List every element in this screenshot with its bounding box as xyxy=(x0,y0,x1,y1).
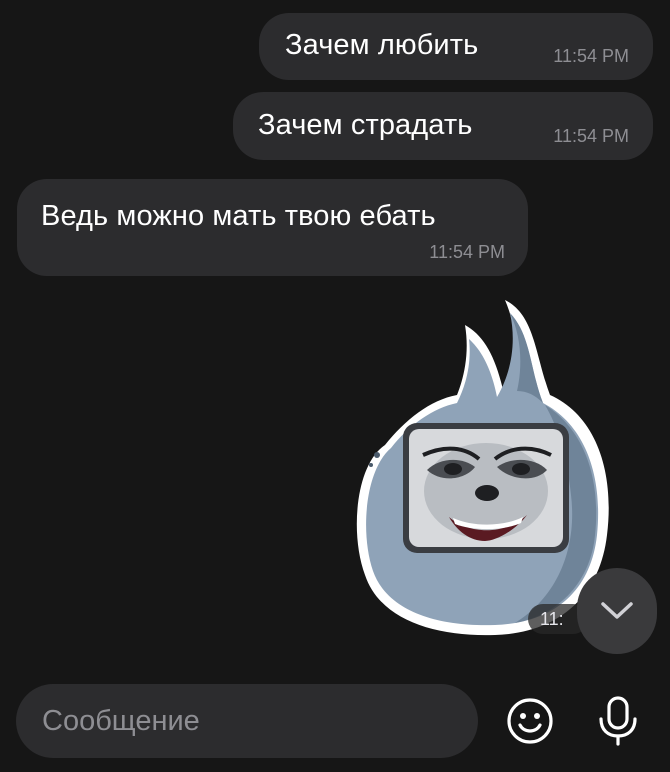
incoming-message[interactable]: Ведь можно мать твою ебать 11:54 PM xyxy=(17,179,528,276)
emoji-icon xyxy=(507,698,553,744)
chevron-down-icon xyxy=(601,602,633,619)
emoji-button[interactable] xyxy=(502,693,558,749)
message-text: Зачем страдать xyxy=(258,109,473,141)
message-input-bar[interactable] xyxy=(16,684,478,758)
message-text: Зачем любить xyxy=(285,29,479,61)
outgoing-message[interactable]: Зачем страдать 11:54 PM xyxy=(233,92,653,160)
sticker-message[interactable] xyxy=(345,295,615,640)
outgoing-message[interactable]: Зачем любить 11:54 PM xyxy=(259,13,653,80)
message-time: 11:54 PM xyxy=(553,126,629,146)
chat-view: Зачем любить 11:54 PM Зачем страдать 11:… xyxy=(0,0,670,772)
microphone-button[interactable] xyxy=(590,693,646,749)
microphone-icon xyxy=(599,696,637,746)
message-text: Ведь можно мать твою ебать xyxy=(41,200,436,232)
message-time: 11:54 PM xyxy=(429,242,505,262)
scroll-down-button[interactable] xyxy=(577,568,657,654)
message-input[interactable] xyxy=(42,684,462,758)
message-time: 11:54 PM xyxy=(553,46,629,66)
